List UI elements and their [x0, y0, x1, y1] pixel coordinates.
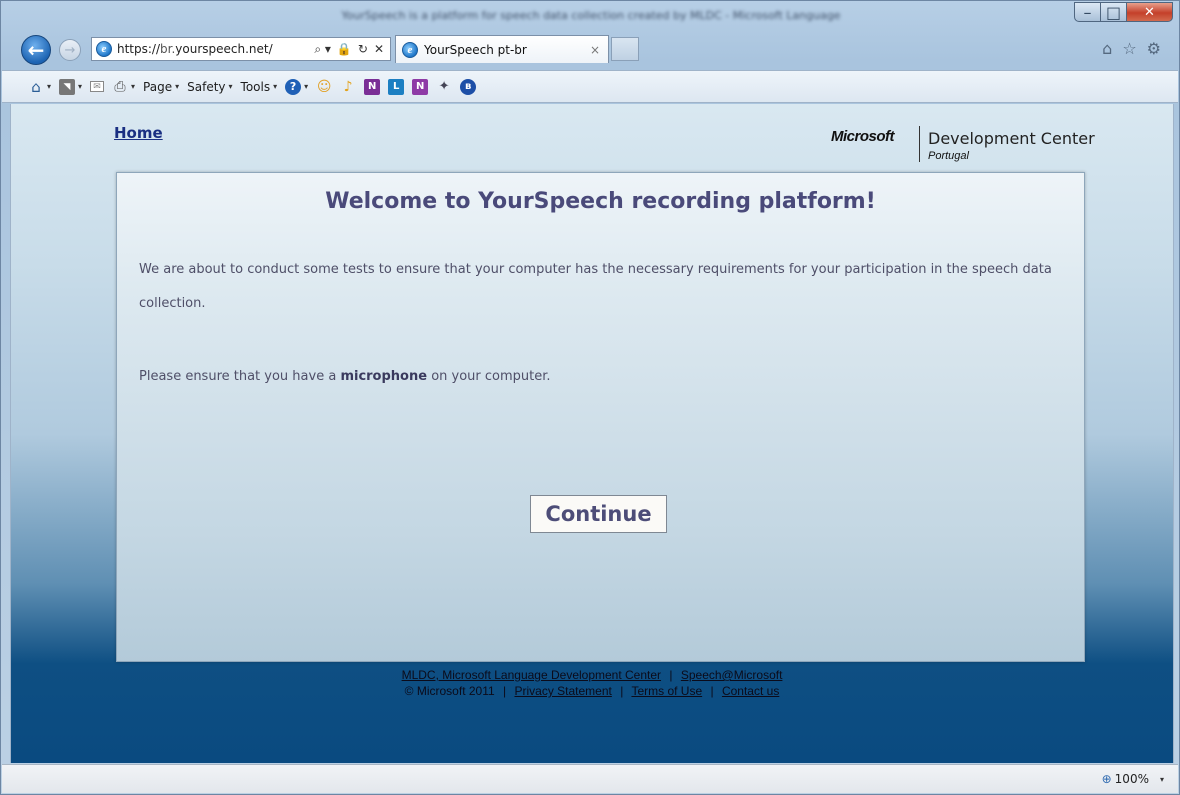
intro-paragraph: We are about to conduct some tests to en…: [139, 262, 1052, 311]
mail-command[interactable]: ✉: [90, 81, 105, 92]
page-content: Home Microsoft Development Center Portug…: [10, 104, 1174, 763]
footer-separator: |: [620, 684, 624, 698]
logo-divider: [919, 126, 920, 162]
chevron-down-icon: ▾: [131, 82, 136, 91]
rss-feed-icon: ◥: [59, 78, 76, 95]
privacy-statement-link[interactable]: Privacy Statement: [514, 684, 611, 698]
browser-window: YourSpeech is a platform for speech data…: [0, 0, 1180, 795]
help-menu[interactable]: ? ▾: [285, 78, 309, 95]
footer-line-1: MLDC, Microsoft Language Development Cen…: [11, 667, 1173, 683]
mdc-logo: Microsoft Development Center Portugal: [831, 124, 1095, 168]
tab-ie-icon: e: [402, 41, 418, 58]
speech-microsoft-link[interactable]: Speech@Microsoft: [681, 668, 783, 682]
footer-separator: |: [669, 668, 673, 682]
contact-us-link[interactable]: Contact us: [722, 684, 779, 698]
microphone-paragraph: Please ensure that you have a microphone…: [139, 360, 1059, 394]
chevron-down-icon: ▾: [175, 82, 180, 91]
url-scheme: https://: [117, 42, 161, 56]
page-menu[interactable]: Page ▾: [143, 80, 179, 94]
settings-gear-icon[interactable]: ⚙: [1147, 39, 1161, 58]
back-button[interactable]: ←: [21, 35, 51, 65]
page-title: Welcome to YourSpeech recording platform…: [325, 189, 876, 214]
window-controls: – □ ✕: [1074, 2, 1173, 22]
home-command-icon: ⌂: [31, 77, 41, 96]
feeds-command[interactable]: ◥ ▾: [59, 78, 83, 95]
printer-icon: ⎙: [114, 78, 126, 95]
chevron-down-icon: ▾: [228, 82, 233, 91]
zoom-icon: ⊕: [1101, 772, 1112, 786]
tools-menu-label: Tools: [240, 79, 271, 94]
status-bar: ⊕ 100% ▾: [2, 764, 1178, 793]
microphone-text-suffix: on your computer.: [427, 369, 551, 384]
navigation-bar: ← → e https://br.yourspeech.net/ ⌕ ▾ 🔒 ↻…: [19, 33, 1169, 67]
onenote-addon-icon[interactable]: N: [364, 78, 381, 95]
title-bar: YourSpeech is a platform for speech data…: [1, 1, 1179, 31]
close-button[interactable]: ✕: [1127, 2, 1173, 22]
footer-separator: |: [710, 684, 714, 698]
tab-close-icon[interactable]: ×: [590, 43, 600, 57]
microphone-keyword: microphone: [340, 369, 428, 384]
mail-icon: ✉: [90, 81, 105, 92]
microsoft-logo-text: Microsoft: [831, 128, 895, 145]
chevron-down-icon: ▾: [1159, 774, 1164, 784]
copyright-text: © Microsoft 2011: [404, 684, 495, 698]
home-icon[interactable]: ⌂: [1102, 39, 1112, 58]
command-bar: ⌂ ▾ ◥ ▾ ✉ ⎙ ▾ Page ▾ Safety ▾ Tools ▾ ? …: [2, 70, 1178, 103]
terms-of-use-link[interactable]: Terms of Use: [631, 684, 702, 698]
help-icon: ?: [285, 78, 302, 95]
page-footer: MLDC, Microsoft Language Development Cen…: [11, 667, 1173, 699]
chevron-down-icon: ▾: [78, 82, 83, 91]
browser-toolbar-right: ⌂ ☆ ⚙: [1102, 39, 1161, 58]
tab-title: YourSpeech pt-br: [424, 42, 527, 57]
chevron-down-icon: ▾: [273, 82, 278, 91]
portugal-text: Portugal: [928, 150, 969, 162]
ie-page-icon: e: [96, 41, 112, 57]
development-center-text: Development Center: [928, 129, 1095, 148]
print-command[interactable]: ⎙ ▾: [112, 79, 135, 95]
url-subdomain: br.: [160, 42, 176, 56]
zoom-control[interactable]: ⊕ 100% ▾: [1102, 772, 1164, 786]
lync-addon-icon[interactable]: L: [388, 78, 405, 95]
window-title: YourSpeech is a platform for speech data…: [341, 9, 841, 22]
microphone-text-prefix: Please ensure that you have a: [139, 369, 341, 384]
page-menu-label: Page: [143, 79, 173, 94]
safety-menu-label: Safety: [187, 79, 226, 94]
forward-button[interactable]: →: [59, 39, 81, 61]
zoom-level: 100%: [1114, 772, 1149, 786]
address-bar[interactable]: e https://br.yourspeech.net/ ⌕ ▾ 🔒 ↻ ✕: [91, 37, 391, 61]
refresh-icon[interactable]: ↻: [358, 42, 368, 57]
new-tab-button[interactable]: [611, 37, 639, 61]
welcome-panel: Welcome to YourSpeech recording platform…: [116, 172, 1085, 662]
research-addon-icon[interactable]: ✦: [436, 79, 452, 95]
favorites-star-icon[interactable]: ☆: [1122, 39, 1136, 58]
music-addon-icon[interactable]: ♪: [340, 79, 356, 95]
maximize-button[interactable]: □: [1101, 2, 1127, 22]
home-command[interactable]: ⌂ ▾: [28, 77, 52, 96]
tools-menu[interactable]: Tools ▾: [241, 80, 278, 94]
home-link[interactable]: Home: [114, 124, 163, 142]
continue-button[interactable]: Continue: [530, 495, 667, 533]
footer-line-2: © Microsoft 2011 | Privacy Statement | T…: [11, 683, 1173, 699]
safety-menu[interactable]: Safety ▾: [187, 80, 232, 94]
footer-separator: |: [503, 684, 507, 698]
chevron-down-icon: ▾: [47, 82, 52, 91]
chevron-down-icon: ▾: [304, 82, 309, 91]
url-domain: yourspeech.net/: [175, 42, 273, 56]
people-addon-icon[interactable]: ☺: [316, 79, 332, 95]
url-text[interactable]: https://br.yourspeech.net/: [117, 42, 273, 56]
mldc-link[interactable]: MLDC, Microsoft Language Development Cen…: [402, 668, 661, 682]
tab-yourspeech[interactable]: e YourSpeech pt-br ×: [395, 35, 609, 63]
stop-icon[interactable]: ✕: [374, 42, 384, 57]
address-bar-icons: ⌕ ▾ 🔒 ↻ ✕: [314, 42, 390, 57]
onenote-send-addon-icon[interactable]: N: [412, 78, 429, 95]
search-dropdown-icon[interactable]: ⌕ ▾: [314, 42, 331, 57]
bluetooth-addon-icon[interactable]: ʙ: [460, 78, 477, 95]
lock-icon[interactable]: 🔒: [337, 42, 352, 57]
minimize-button[interactable]: –: [1074, 2, 1101, 22]
